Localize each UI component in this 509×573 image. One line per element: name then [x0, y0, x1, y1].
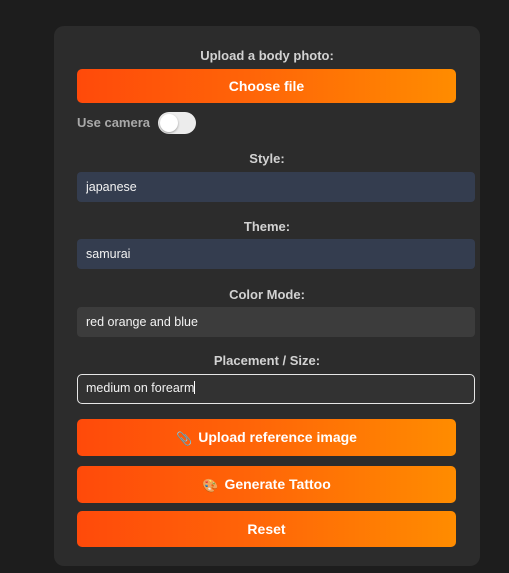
tattoo-form-panel: Upload a body photo: Choose file Use cam…: [54, 26, 480, 566]
text-cursor: [194, 381, 196, 394]
reset-button[interactable]: Reset: [77, 511, 456, 547]
placement-size-label: Placement / Size:: [213, 353, 321, 368]
color-mode-label: Color Mode:: [229, 287, 305, 302]
generate-tattoo-button[interactable]: 🎨 Generate Tattoo: [77, 466, 456, 503]
choose-file-button[interactable]: Choose file: [77, 69, 456, 103]
placement-size-value: medium on forearm: [86, 381, 195, 395]
toggle-knob: [160, 114, 178, 132]
theme-input[interactable]: [77, 239, 475, 269]
style-label: Style:: [249, 151, 285, 166]
upload-photo-label: Upload a body photo:: [200, 48, 334, 63]
paperclip-icon: 📎: [176, 430, 193, 446]
upload-reference-label: Upload reference image: [198, 428, 357, 445]
palette-icon: 🎨: [202, 477, 219, 493]
style-input[interactable]: [77, 172, 475, 202]
upload-reference-image-button[interactable]: 📎 Upload reference image: [77, 419, 456, 456]
use-camera-label: Use camera: [77, 115, 150, 130]
color-mode-input[interactable]: [77, 307, 475, 337]
placement-size-input[interactable]: medium on forearm: [77, 374, 475, 404]
use-camera-toggle[interactable]: [158, 112, 196, 134]
generate-tattoo-label: Generate Tattoo: [224, 475, 331, 492]
theme-label: Theme:: [243, 219, 291, 234]
